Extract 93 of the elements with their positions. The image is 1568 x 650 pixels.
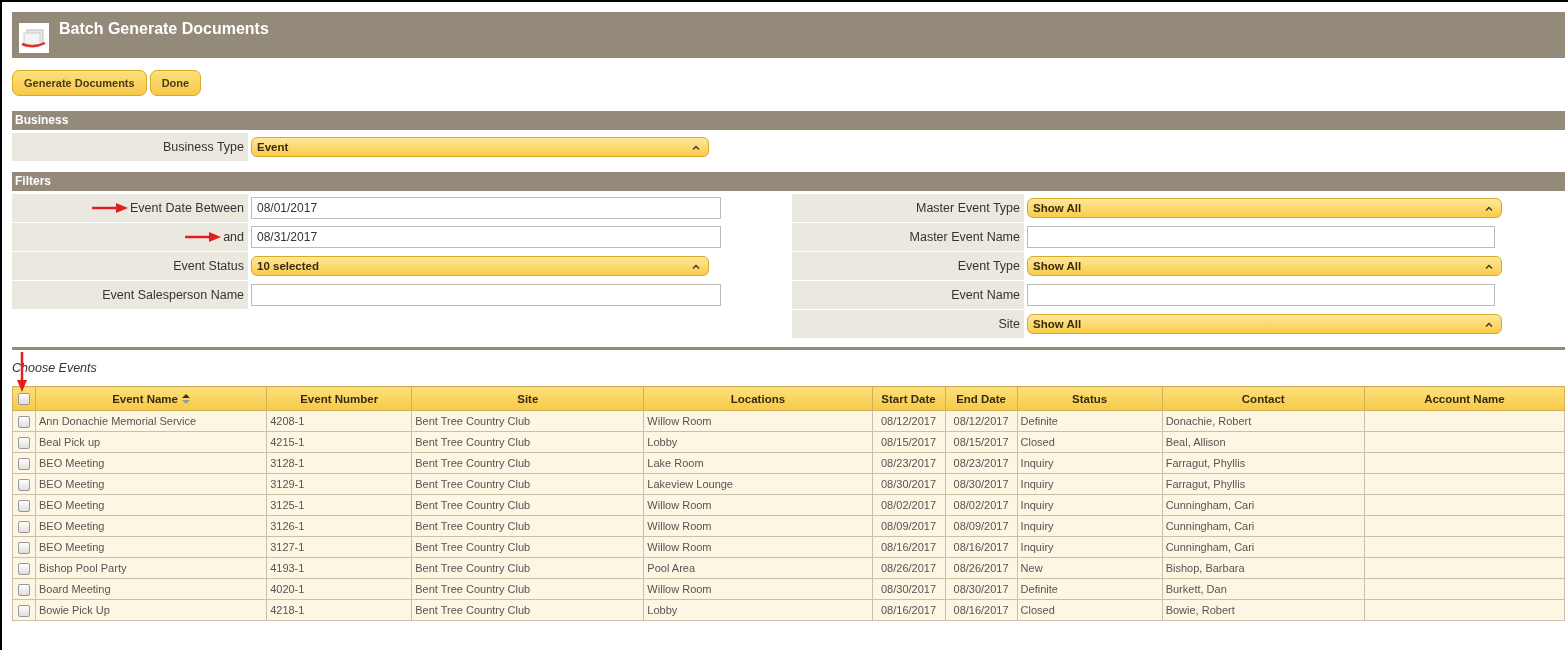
table-cell: Pool Area — [643, 557, 872, 579]
input-field[interactable]: 08/31/2017 — [251, 226, 721, 248]
arrow-icon — [185, 232, 222, 242]
caret-icon — [1485, 321, 1493, 327]
table-cell: Beal, Allison — [1162, 431, 1365, 453]
table-cell: Willow Room — [643, 494, 872, 516]
table-cell: Bent Tree Country Club — [411, 410, 644, 432]
caret-icon — [1485, 263, 1493, 269]
column-header[interactable]: Site — [411, 386, 644, 411]
dropdown[interactable]: Event — [251, 137, 709, 157]
table-cell: Bent Tree Country Club — [411, 578, 644, 600]
section-header: Filters — [12, 172, 1565, 191]
input-field[interactable] — [1027, 284, 1495, 306]
table-cell: Bent Tree Country Club — [411, 599, 644, 621]
row-checkbox[interactable] — [18, 583, 30, 596]
table-cell: Farragut, Phyllis — [1162, 473, 1365, 495]
column-header[interactable]: Event Name — [35, 386, 267, 411]
row-checkbox[interactable] — [18, 415, 30, 428]
dropdown[interactable]: Show All — [1027, 314, 1502, 334]
row-checkbox[interactable] — [18, 520, 30, 533]
table-cell: Farragut, Phyllis — [1162, 452, 1365, 474]
column-header[interactable]: Locations — [643, 386, 872, 411]
field-label: Master Event Type — [916, 201, 1020, 215]
table-cell: Donachie, Robert — [1162, 410, 1365, 432]
row-checkbox[interactable] — [18, 478, 30, 491]
column-header[interactable]: Contact — [1162, 386, 1365, 411]
dropdown[interactable]: Show All — [1027, 198, 1502, 218]
dropdown[interactable]: Show All — [1027, 256, 1502, 276]
table-cell: Cunningham, Cari — [1162, 515, 1365, 537]
table-cell: Bent Tree Country Club — [411, 515, 644, 537]
table-cell: Bent Tree Country Club — [411, 473, 644, 495]
section-header: Business — [12, 111, 1565, 130]
table-cell: BEO Meeting — [35, 494, 267, 516]
table-cell: Lakeview Lounge — [643, 473, 872, 495]
row-checkbox[interactable] — [18, 604, 30, 617]
column-header[interactable]: Account Name — [1364, 386, 1565, 411]
input-field[interactable] — [1027, 226, 1495, 248]
dropdown[interactable]: 10 selected — [251, 256, 709, 276]
row-checkbox[interactable] — [18, 457, 30, 470]
table-cell: BEO Meeting — [35, 515, 267, 537]
field-label: Event Name — [951, 288, 1020, 302]
table-cell: Willow Room — [643, 578, 872, 600]
table-cell: Bowie, Robert — [1162, 599, 1365, 621]
table-cell: Lobby — [643, 431, 872, 453]
table-cell: Lake Room — [643, 452, 872, 474]
toolbar-button[interactable]: Done — [149, 70, 202, 96]
documents-icon — [19, 23, 49, 53]
table-cell: Bishop Pool Party — [35, 557, 267, 579]
toolbar-button[interactable]: Generate Documents — [12, 70, 147, 96]
field-label: Business Type — [162, 140, 244, 154]
table-cell: Bent Tree Country Club — [411, 452, 644, 474]
field-label: and — [223, 230, 244, 244]
table-cell: Bent Tree Country Club — [411, 431, 644, 453]
table-cell: Bowie Pick Up — [35, 599, 267, 621]
table-cell: Burkett, Dan — [1162, 578, 1365, 600]
table-cell: BEO Meeting — [35, 536, 267, 558]
table-cell: Willow Room — [643, 515, 872, 537]
field-label: Event Date Between — [130, 201, 244, 215]
table-cell: Lobby — [643, 599, 872, 621]
row-checkbox[interactable] — [18, 499, 30, 512]
row-checkbox[interactable] — [18, 436, 30, 449]
input-field[interactable] — [251, 284, 721, 306]
window-title: Batch Generate Documents — [59, 20, 269, 38]
table-cell: Bent Tree Country Club — [411, 494, 644, 516]
table-cell: Ann Donachie Memorial Service — [35, 410, 267, 432]
table-cell: Bishop, Barbara — [1162, 557, 1365, 579]
caret-icon — [692, 144, 700, 150]
table-cell: Cunningham, Cari — [1162, 536, 1365, 558]
caret-icon — [692, 263, 700, 269]
field-label: Master Event Name — [909, 230, 1020, 244]
caret-icon — [1485, 205, 1493, 211]
field-label: Site — [998, 317, 1020, 331]
field-label: Event Type — [957, 259, 1020, 273]
column-header[interactable]: Event Number — [266, 386, 412, 411]
table-cell: Bent Tree Country Club — [411, 557, 644, 579]
table-cell: Board Meeting — [35, 578, 267, 600]
field-label: Event Status — [173, 259, 244, 273]
column-header[interactable]: End Date — [945, 386, 1018, 411]
table-cell: Bent Tree Country Club — [411, 536, 644, 558]
table-cell: Willow Room — [643, 536, 872, 558]
table-cell: BEO Meeting — [35, 452, 267, 474]
table-cell: Beal Pick up — [35, 431, 267, 453]
table-cell: BEO Meeting — [35, 473, 267, 495]
column-header[interactable]: Start Date — [872, 386, 946, 411]
row-checkbox[interactable] — [18, 541, 30, 554]
input-field[interactable]: 08/01/2017 — [251, 197, 721, 219]
arrow-icon — [92, 203, 129, 213]
table-cell: Willow Room — [643, 410, 872, 432]
select-all-checkbox[interactable] — [18, 393, 30, 405]
field-label: Event Salesperson Name — [102, 288, 244, 302]
table-cell: Cunningham, Cari — [1162, 494, 1365, 516]
column-header[interactable]: Status — [1017, 386, 1163, 411]
row-checkbox[interactable] — [18, 562, 30, 575]
